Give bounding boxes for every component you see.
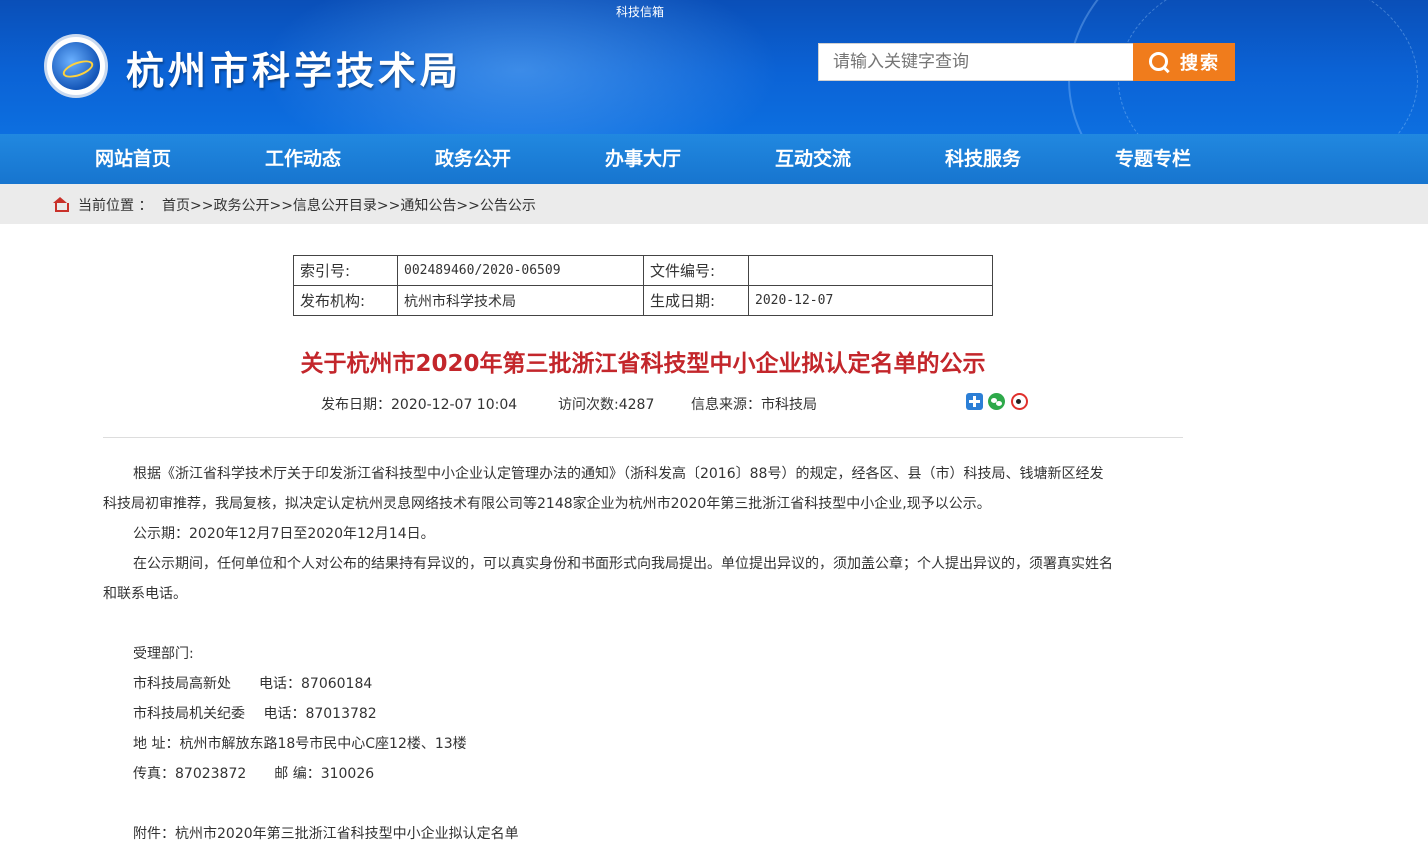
meta-index-label: 索引号: — [293, 255, 398, 286]
search-button-label: 搜索 — [1180, 53, 1220, 74]
info-meta-table: 索引号: 002489460/2020-06509 文件编号: 发布机构: 杭州… — [293, 255, 993, 316]
share-weibo-icon[interactable] — [1011, 393, 1028, 410]
nav-item-special-topics[interactable]: 专题专栏 — [1068, 134, 1238, 184]
publish-date: 发布日期：2020-12-07 10:04 — [321, 397, 518, 413]
site-logo[interactable] — [44, 34, 108, 98]
header-banner: 科技信箱 杭州市科学技术局 搜索 — [0, 0, 1428, 134]
breadcrumb: 当前位置 ： 首页>>政务公开>>信息公开目录>>通知公告>>公告公示 — [0, 184, 1428, 224]
meta-gendate-label: 生成日期: — [643, 285, 749, 316]
paragraph-line: 在公示期间，任何单位和个人对公布的结果持有异议的，可以真实身份和书面形式向我局提… — [133, 556, 1113, 572]
table-row: 索引号: 002489460/2020-06509 文件编号: — [293, 255, 993, 286]
paragraph-line: 根据《浙江省科学技术厅关于印发浙江省科技型中小企业认定管理办法的通知》（浙科发高… — [133, 466, 1104, 482]
tech-mailbox-link[interactable]: 科技信箱 — [0, 3, 1280, 20]
share-more-icon[interactable] — [966, 393, 983, 410]
search-input[interactable] — [818, 43, 1134, 81]
home-icon — [52, 197, 69, 212]
nav-item-interaction[interactable]: 互动交流 — [728, 134, 898, 184]
meta-docno-value — [748, 255, 993, 286]
main-nav: 网站首页 工作动态 政务公开 办事大厅 互动交流 科技服务 专题专栏 — [0, 134, 1428, 184]
view-count: 访问次数:4287 — [558, 397, 655, 413]
breadcrumb-label: 当前位置 ： — [78, 198, 153, 214]
meta-index-value: 002489460/2020-06509 — [397, 255, 644, 286]
logo-emblem-icon — [52, 42, 100, 90]
article-title: 关于杭州市2020年第三批浙江省科技型中小企业拟认定名单的公示 — [300, 351, 986, 377]
fax-line: 传真：87023872 邮 编：310026 — [133, 766, 375, 782]
meta-publisher-label: 发布机构: — [293, 285, 398, 316]
breadcrumb-path[interactable]: 首页>>政务公开>>信息公开目录>>通知公告>>公告公示 — [162, 195, 536, 215]
meta-publisher-value: 杭州市科学技术局 — [397, 285, 644, 316]
nav-item-work-news[interactable]: 工作动态 — [218, 134, 388, 184]
site-title[interactable]: 杭州市科学技术局 — [126, 40, 462, 95]
paragraph-line: 公示期：2020年12月7日至2020年12月14日。 — [133, 526, 435, 542]
search-icon — [1148, 51, 1170, 73]
dept-contact: 市科技局高新处 电话：87060184 — [133, 676, 373, 692]
share-wechat-icon[interactable] — [988, 393, 1005, 410]
paragraph-line: 和联系电话。 — [103, 586, 187, 602]
search-button[interactable]: 搜索 — [1133, 43, 1235, 81]
meta-gendate-value: 2020-12-07 — [748, 285, 993, 316]
attachment-link[interactable]: 附件：杭州市2020年第三批浙江省科技型中小企业拟认定名单 — [133, 823, 519, 843]
dept-label: 受理部门: — [133, 646, 194, 662]
meta-docno-label: 文件编号: — [643, 255, 749, 286]
nav-item-gov-affairs[interactable]: 政务公开 — [388, 134, 558, 184]
nav-item-service-hall[interactable]: 办事大厅 — [558, 134, 728, 184]
table-row: 发布机构: 杭州市科学技术局 生成日期: 2020-12-07 — [293, 285, 993, 316]
nav-item-home[interactable]: 网站首页 — [48, 134, 218, 184]
divider — [103, 437, 1183, 438]
nav-item-tech-service[interactable]: 科技服务 — [898, 134, 1068, 184]
dept-contact: 市科技局机关纪委 电话：87013782 — [133, 706, 377, 722]
paragraph-line: 科技局初审推荐，我局复核，拟决定认定杭州灵息网络技术有限公司等2148家企业为杭… — [103, 496, 991, 512]
info-source: 信息来源：市科技局 — [691, 397, 817, 413]
address-line: 地 址：杭州市解放东路18号市民中心C座12楼、13楼 — [133, 736, 467, 752]
